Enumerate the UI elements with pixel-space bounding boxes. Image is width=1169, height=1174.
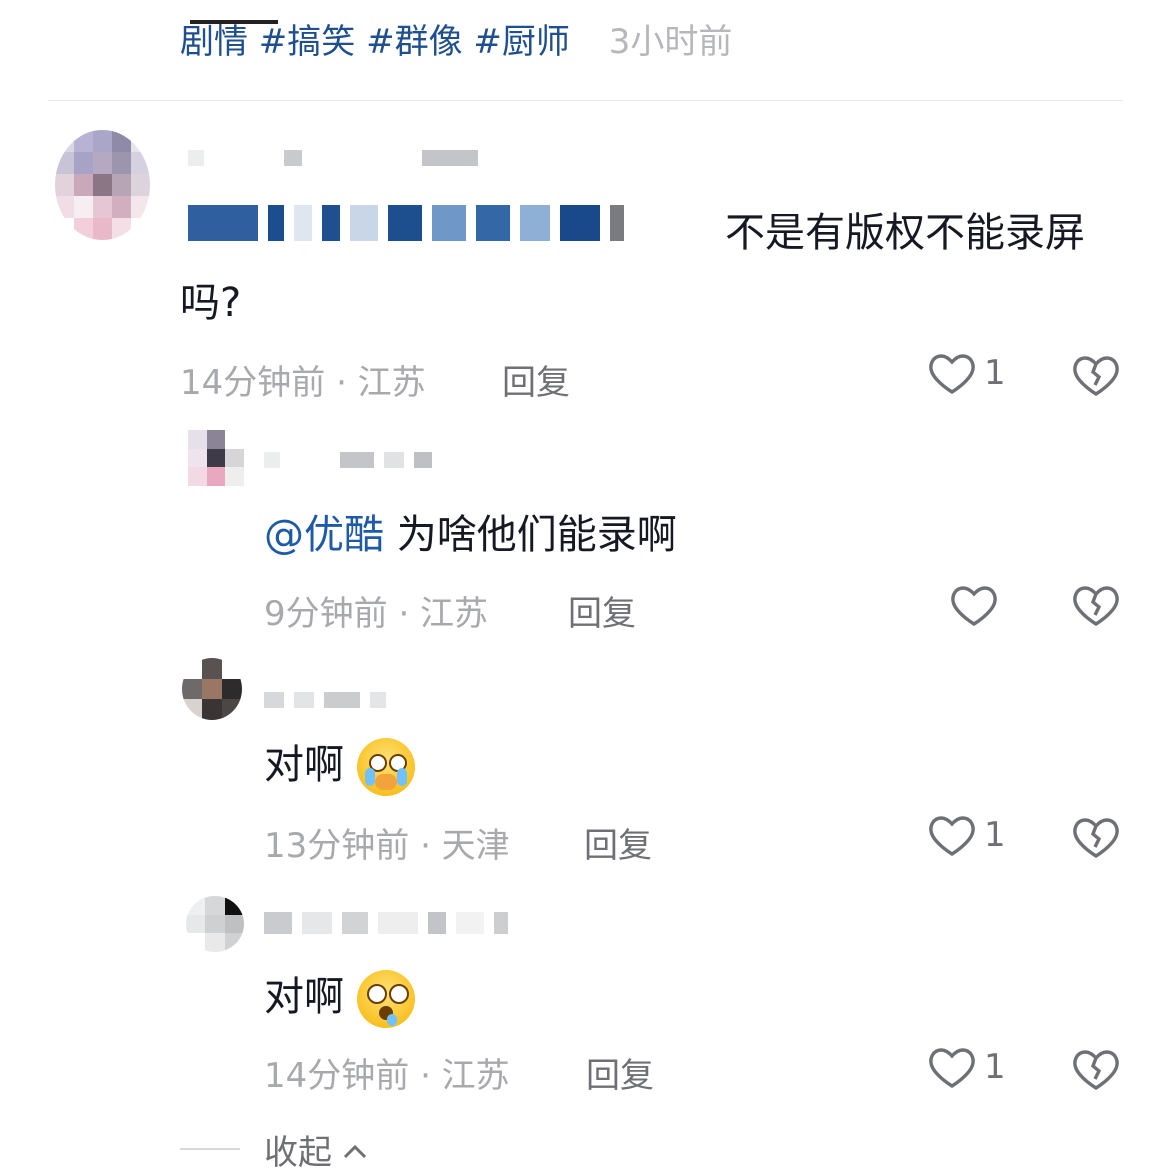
heart-icon — [950, 582, 998, 628]
divider — [48, 100, 1123, 101]
like-count: 1 — [984, 815, 1006, 855]
avatar[interactable] — [188, 430, 244, 486]
post-time: 3小时前 — [608, 22, 733, 62]
dislike-button[interactable] — [1072, 352, 1120, 398]
post-tags-line: 剧情 #搞笑 #群像 #厨师 3小时前 — [180, 14, 732, 63]
like-button[interactable]: 1 — [928, 812, 1006, 858]
mention-link[interactable]: @优酷 — [264, 512, 384, 558]
comment-text: 对啊 — [264, 730, 415, 800]
reply-button[interactable]: 回复 — [568, 586, 636, 635]
avatar[interactable] — [55, 130, 150, 240]
dislike-button[interactable] — [1072, 814, 1120, 860]
dislike-button[interactable] — [1072, 1046, 1120, 1092]
like-count: 1 — [984, 353, 1006, 393]
comment-time-location: 13分钟前 · 天津 — [264, 826, 510, 866]
comment-text: 不是有版权不能录屏吗? — [180, 210, 1085, 326]
heart-icon — [928, 350, 976, 396]
collapse-divider — [180, 1148, 240, 1150]
heart-icon — [928, 812, 976, 858]
crying-face-emoji — [356, 738, 415, 796]
reply-button[interactable]: 回复 — [502, 355, 570, 404]
username-redacted[interactable] — [264, 452, 432, 468]
like-button[interactable]: 1 — [928, 350, 1006, 396]
avatar[interactable] — [182, 658, 242, 720]
like-button[interactable]: 1 — [928, 1044, 1006, 1090]
comment-text: @优酷 为啥他们能录啊 — [264, 512, 677, 558]
like-button[interactable] — [950, 582, 1006, 628]
reply-button[interactable]: 回复 — [584, 818, 652, 867]
comment-text: 对啊 — [264, 962, 415, 1032]
broken-heart-icon — [1072, 1046, 1120, 1092]
heart-icon — [928, 1044, 976, 1090]
comment-time-location: 14分钟前 · 江苏 — [264, 1056, 510, 1096]
broken-heart-icon — [1072, 814, 1120, 860]
post-tags[interactable]: 剧情 #搞笑 #群像 #厨师 — [180, 22, 570, 62]
username-redacted[interactable] — [264, 912, 508, 934]
username-redacted[interactable] — [264, 692, 386, 708]
collapse-label: 收起 — [264, 1133, 332, 1173]
collapse-replies-button[interactable]: 收起 — [264, 1125, 368, 1174]
comment-time-location: 9分钟前 · 江苏 — [264, 594, 489, 634]
broken-heart-icon — [1072, 582, 1120, 628]
like-count: 1 — [984, 1047, 1006, 1087]
username-redacted[interactable] — [188, 150, 478, 166]
broken-heart-icon — [1072, 352, 1120, 398]
comment-time-location: 14分钟前 · 江苏 — [180, 363, 426, 403]
dislike-button[interactable] — [1072, 582, 1120, 628]
chevron-up-icon — [342, 1130, 368, 1170]
drooling-face-emoji — [356, 970, 415, 1028]
reply-button[interactable]: 回复 — [586, 1048, 654, 1097]
avatar[interactable] — [186, 896, 244, 952]
